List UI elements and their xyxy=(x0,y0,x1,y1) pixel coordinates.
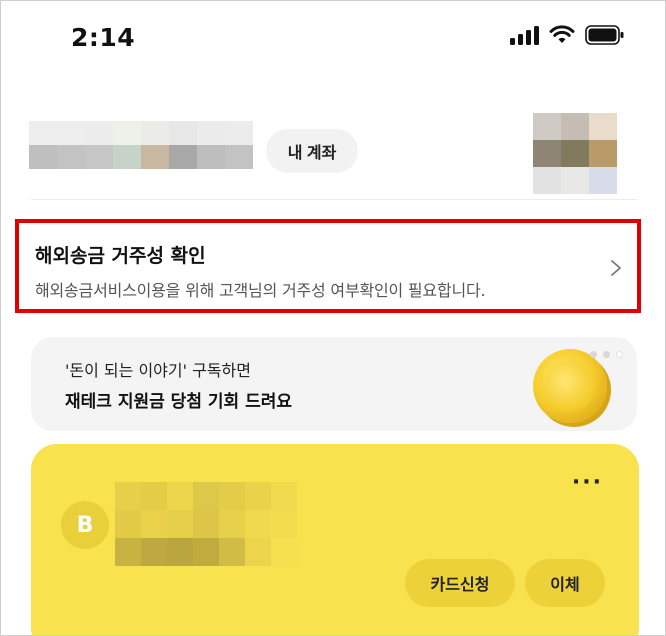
coin-icon xyxy=(533,349,607,423)
banner-line2: 재테크 지원금 당첨 기회 드려요 xyxy=(65,392,292,412)
signal-icon xyxy=(510,25,539,45)
account-info-blurred xyxy=(115,482,297,566)
status-icons xyxy=(510,25,625,45)
page-dot xyxy=(590,351,597,358)
banner-page-indicator xyxy=(590,351,623,358)
my-account-button[interactable]: 내 계좌 xyxy=(266,129,358,173)
app-screen: 2:14 내 계좌 해외송금 거주성 확인 해외송금서비스이용을 위해 고객님의… xyxy=(0,0,666,636)
bank-logo: B xyxy=(61,501,109,549)
notice-subtitle: 해외송금서비스이용을 위해 고객님의 거주성 여부확인이 필요합니다. xyxy=(35,281,486,300)
transfer-button[interactable]: 이체 xyxy=(525,559,605,607)
page-dot xyxy=(603,351,610,358)
battery-icon xyxy=(585,25,624,45)
divider xyxy=(31,199,637,200)
more-icon[interactable]: ··· xyxy=(572,470,603,495)
apply-card-button[interactable]: 카드신청 xyxy=(405,559,515,607)
wifi-icon xyxy=(549,25,575,43)
profile-image-blurred[interactable] xyxy=(533,113,617,194)
account-name-blurred xyxy=(29,121,253,169)
promo-banner[interactable]: '돈이 되는 이야기' 구독하면 재테크 지원금 당첨 기회 드려요 xyxy=(31,337,637,431)
page-dot-active xyxy=(616,351,623,358)
account-card[interactable]: ··· B 카드신청 이체 xyxy=(31,444,639,635)
remittance-residency-notice[interactable]: 해외송금 거주성 확인 해외송금서비스이용을 위해 고객님의 거주성 여부확인이… xyxy=(15,219,641,313)
status-time: 2:14 xyxy=(71,23,136,52)
chevron-right-icon xyxy=(611,260,621,276)
banner-line1: '돈이 되는 이야기' 구독하면 xyxy=(65,361,251,380)
notice-title: 해외송금 거주성 확인 xyxy=(35,245,206,267)
